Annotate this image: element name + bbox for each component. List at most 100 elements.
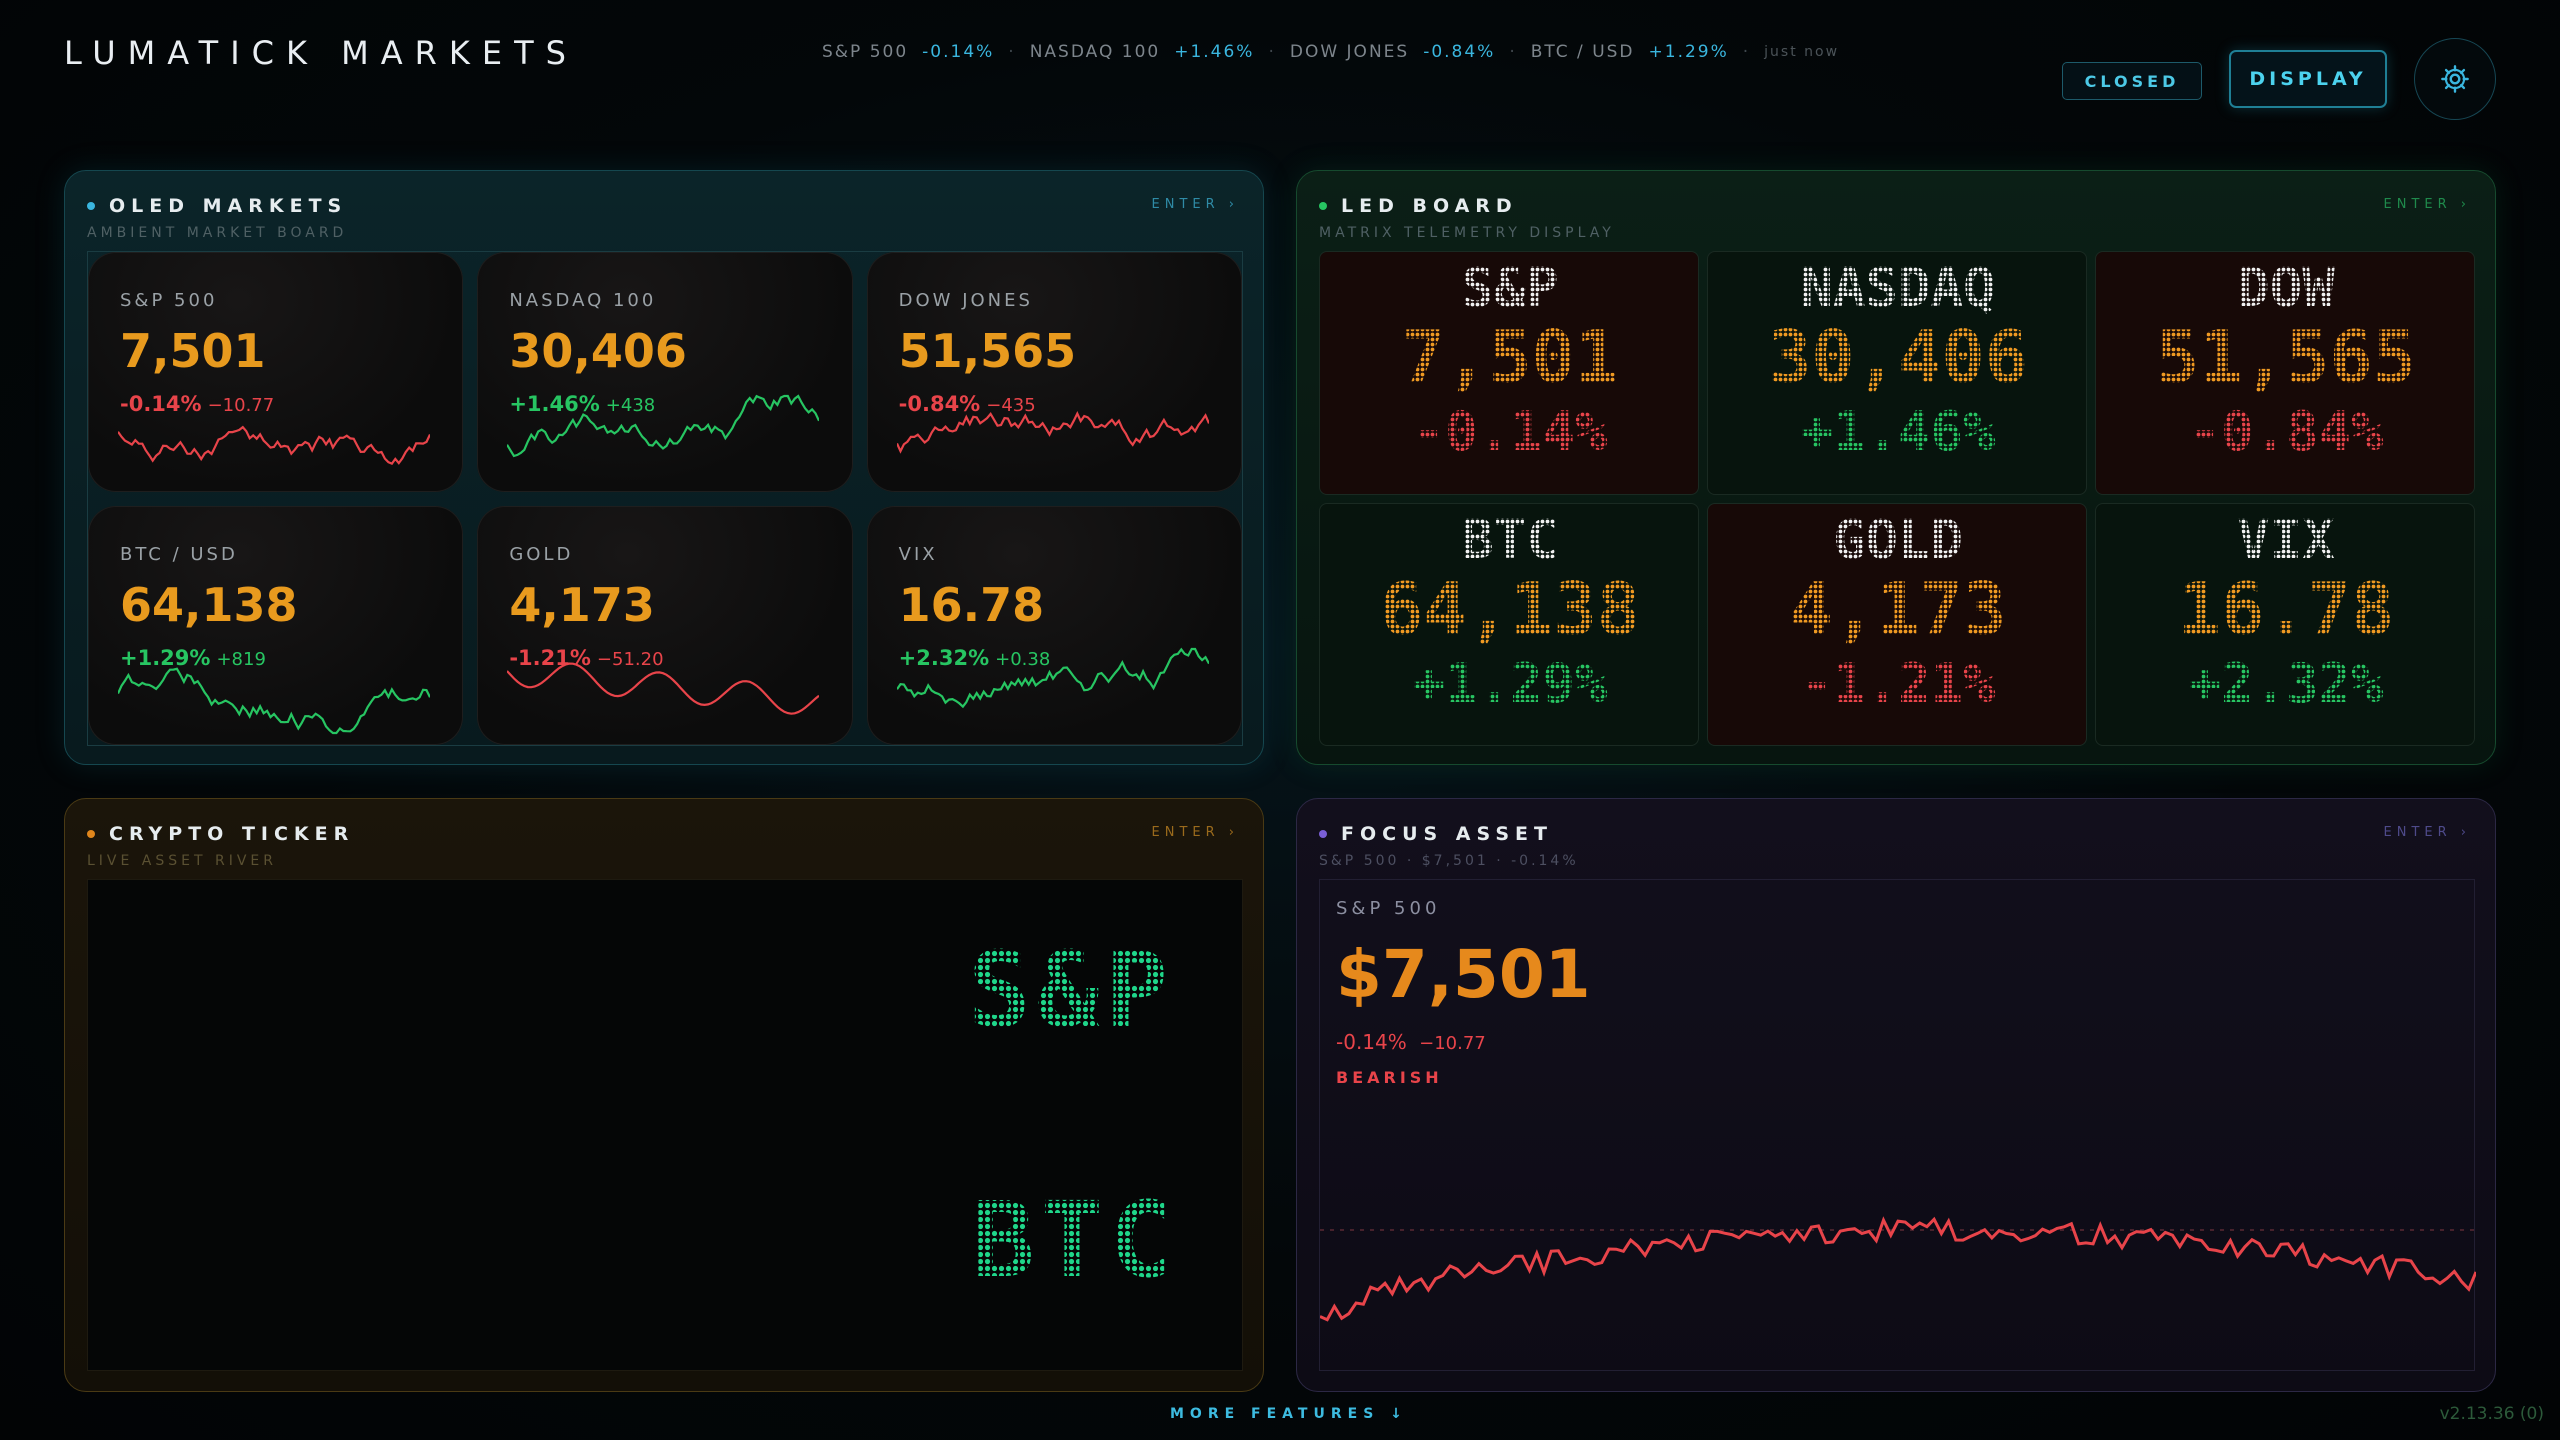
status-dot [1319,830,1327,838]
version-label: v2.13.36 (0) [2439,1404,2544,1424]
market-status-badge[interactable]: CLOSED [2062,62,2202,100]
status-dot [87,202,95,210]
led-cell[interactable]: GOLD 4,173 -1.21% [1707,502,2087,746]
market-ticker-strip: S&P 500 -0.14% · NASDAQ 100 +1.46% · DOW… [822,40,1839,64]
ticker-separator: · [1008,42,1016,62]
ticker-separator: · [1268,42,1276,62]
ticker-name: DOW JONES [1289,42,1410,62]
led-asset-change: -0.84% [2188,400,2384,463]
settings-button[interactable] [2414,38,2496,120]
sparkline [896,647,1209,709]
panel-header: FOCUS ASSET [1319,823,1553,845]
crypto-ticker-panel: CRYPTO TICKER LIVE ASSET RIVER ENTER › S… [64,798,1264,1392]
led-asset-price: 7,501 [1402,315,1619,399]
sparkline-path [118,425,430,465]
sparkline-path [507,662,820,715]
led-asset-change: +2.32% [2188,652,2384,715]
ticker-item: S&P 500 -0.14% · [822,42,1030,62]
enter-oled-link[interactable]: ENTER › [1152,197,1239,212]
sparkline-path [896,410,1209,454]
more-features-link[interactable]: MORE FEATURES ↓ [1170,1406,1408,1422]
ticker-value: -0.84% [1423,42,1496,62]
enter-led-link[interactable]: ENTER › [2384,197,2471,212]
led-asset-change: +1.46% [1800,400,1996,463]
gear-icon [2441,65,2469,93]
sparkline [118,425,430,465]
market-price: 30,406 [509,324,687,378]
focus-price-chart [1320,1216,2476,1322]
ticker-item: DOW JONES -0.84% · [1290,42,1531,62]
panel-header: OLED MARKETS [87,195,347,217]
sparkline [896,410,1209,454]
led-asset-name: S&P [1461,256,1559,319]
led-asset-price: 51,565 [2156,315,2416,399]
sparkline [507,662,820,715]
price-line [1320,1216,2476,1322]
led-cell[interactable]: S&P 7,501 -0.14% [1319,251,1699,495]
market-card[interactable]: NASDAQ 100 30,406 +1.46% +438 [477,252,853,492]
sparkline-path [118,667,430,735]
panel-title: OLED MARKETS [109,195,348,217]
panel-subtitle: AMBIENT MARKET BOARD [87,225,348,241]
led-asset-name: DOW [2237,256,2335,319]
river-asset-label: BTC [972,1179,1178,1301]
market-name: GOLD [509,543,574,565]
sparkline [507,393,820,457]
display-button[interactable]: DISPLAY [2229,50,2387,108]
app-title: LUMATICK MARKETS [64,34,578,72]
river-asset-label: S&P [968,929,1174,1051]
enter-focus-link[interactable]: ENTER › [2384,825,2471,840]
market-name: VIX [898,543,938,565]
ticker-value: +1.46% [1174,42,1255,62]
led-board-panel: LED BOARD MATRIX TELEMETRY DISPLAY ENTER… [1296,170,2496,765]
market-card[interactable]: S&P 500 7,501 -0.14% −10.77 [88,252,464,492]
panel-subtitle: S&P 500 · $7,501 · -0.14% [1319,853,1579,869]
market-price: 16.78 [898,577,1045,632]
led-asset-name: VIX [2237,508,2335,571]
focus-asset-panel: FOCUS ASSET S&P 500 · $7,501 · -0.14% EN… [1296,798,2496,1392]
led-asset-change: -0.14% [1412,400,1608,463]
market-name: NASDAQ 100 [509,290,657,311]
enter-crypto-link[interactable]: ENTER › [1152,825,1239,840]
panel-header: LED BOARD [1319,195,1518,217]
market-name: BTC / USD [120,543,238,565]
led-asset-name: GOLD [1833,508,1963,571]
ticker-item: BTC / USD +1.29% · [1531,42,1764,62]
market-card[interactable]: BTC / USD 64,138 +1.29% +819 [88,505,464,745]
panel-title: LED BOARD [1341,195,1518,217]
ticker-name: BTC / USD [1530,42,1635,62]
market-card[interactable]: VIX 16.78 +2.32% +0.38 [866,505,1242,745]
ticker-item: NASDAQ 100 +1.46% · [1030,42,1290,62]
panel-subtitle: MATRIX TELEMETRY DISPLAY [1319,225,1615,241]
led-asset-price: 16.78 [2178,567,2395,651]
sparkline [118,667,430,735]
ticker-name: NASDAQ 100 [1029,42,1161,62]
led-cell[interactable]: NASDAQ 30,406 +1.46% [1707,251,2087,495]
led-asset-change: -1.21% [1800,652,1996,715]
led-asset-name: NASDAQ [1800,256,1995,319]
market-price: 7,501 [120,324,266,378]
oled-card-grid: S&P 500 7,501 -0.14% −10.77 NASDAQ 100 30,406… [87,251,1243,746]
ticker-separator: · [1742,42,1751,62]
sparkline-path [896,647,1209,709]
ticker-value: -0.14% [922,42,995,62]
market-price: 64,138 [120,577,298,632]
ticker-updated-time: just now [1764,44,1840,60]
led-asset-price: 30,406 [1768,315,2028,399]
led-cell[interactable]: BTC 64,138 +1.29% [1319,502,1699,746]
led-asset-price: 64,138 [1380,567,1640,651]
led-asset-name: BTC [1461,508,1559,571]
ticker-value: +1.29% [1648,42,1729,62]
sparkline-path [507,393,820,457]
led-cell[interactable]: VIX 16.78 +2.32% [2095,502,2475,746]
panel-title: CRYPTO TICKER [109,823,355,845]
led-asset-price: 4,173 [1790,567,2007,651]
market-card[interactable]: DOW JONES 51,565 -0.84% −435 [866,252,1242,492]
oled-markets-panel: OLED MARKETS AMBIENT MARKET BOARD ENTER … [64,170,1264,765]
market-price: 4,173 [509,577,655,632]
market-card[interactable]: GOLD 4,173 -1.21% −51.20 [477,505,853,745]
ticker-separator: · [1509,42,1517,62]
led-cell[interactable]: DOW 51,565 -0.84% [2095,251,2475,495]
market-name: S&P 500 [120,290,218,311]
focus-asset-box: S&P 500 $7,501 -0.14% −10.77 BEARISH [1319,879,2476,1371]
